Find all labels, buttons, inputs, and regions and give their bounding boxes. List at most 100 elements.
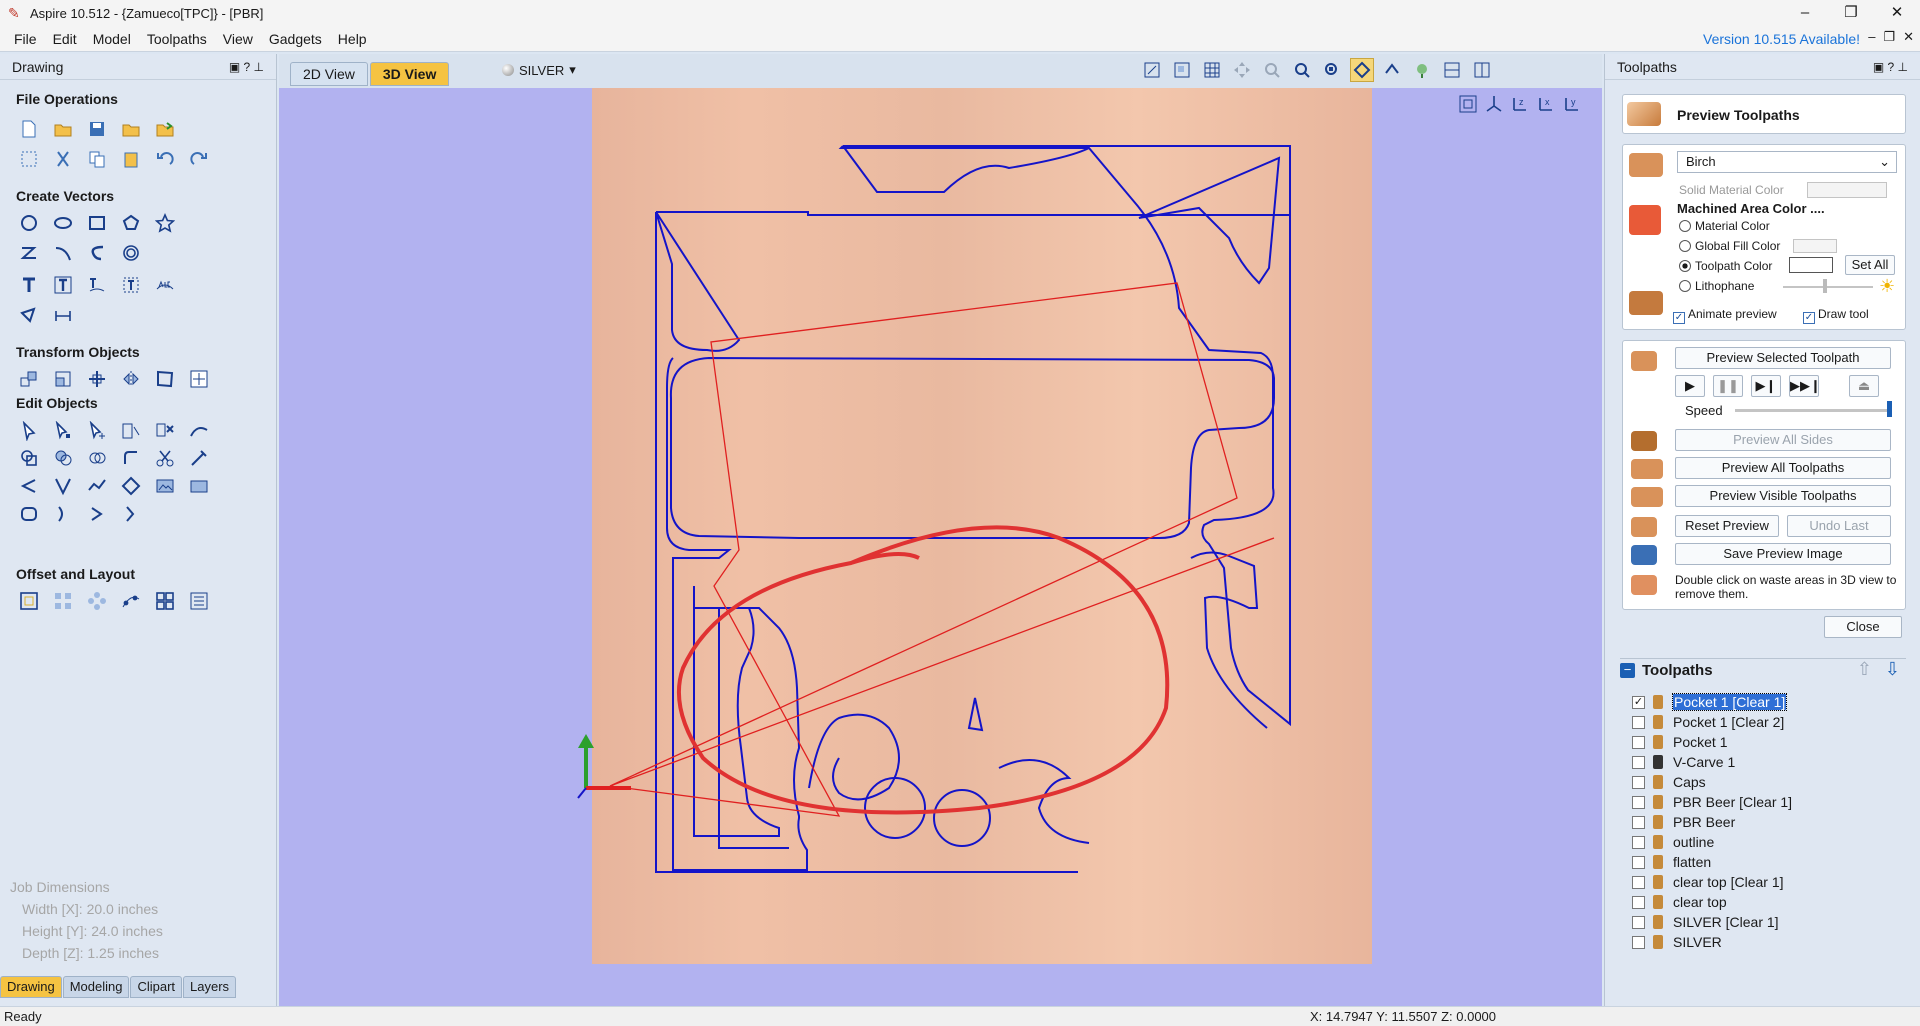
radio-material-color[interactable]: [1679, 220, 1691, 232]
text-on-curve-icon[interactable]: [86, 274, 108, 296]
toolpath-checkbox[interactable]: [1632, 755, 1645, 769]
spline-icon[interactable]: [86, 242, 108, 264]
option-lithophane[interactable]: Lithophane: [1679, 279, 1754, 293]
cut-icon[interactable]: [52, 148, 74, 170]
minimize-button[interactable]: –: [1782, 0, 1828, 26]
scissors-icon[interactable]: [154, 447, 176, 469]
auto-nest-icon[interactable]: [188, 590, 210, 612]
toolpath-checkbox[interactable]: [1632, 715, 1645, 729]
preview-all-sides-button[interactable]: Preview All Sides: [1675, 429, 1891, 451]
split-icon[interactable]: [120, 503, 142, 525]
toolpath-item[interactable]: V-Carve 1: [1632, 752, 1735, 772]
save-preview-image-button[interactable]: Save Preview Image: [1675, 543, 1891, 565]
join-vectors-icon[interactable]: [52, 475, 74, 497]
open-file-icon[interactable]: [52, 118, 74, 140]
zoom-extents-icon[interactable]: [1140, 58, 1164, 82]
trim-icon[interactable]: [188, 447, 210, 469]
toolpath-checkbox[interactable]: [1632, 855, 1645, 869]
star-icon[interactable]: [154, 212, 176, 234]
toolpaths-panel-pin-icon[interactable]: ▣ ? ⊥: [1873, 60, 1908, 74]
undo-icon[interactable]: [154, 148, 176, 170]
set-size-icon[interactable]: [52, 368, 74, 390]
material-selector[interactable]: SILVER ▾: [502, 62, 576, 78]
animate-preview-checkbox[interactable]: ✓: [1673, 312, 1685, 324]
job-setup-icon[interactable]: [18, 148, 40, 170]
subtract-icon[interactable]: [52, 447, 74, 469]
center-icon[interactable]: [188, 368, 210, 390]
toolpath-item[interactable]: SILVER [Clear 1]: [1632, 912, 1779, 932]
open-folder-icon[interactable]: [120, 118, 142, 140]
toolpath-checkbox[interactable]: [1632, 735, 1645, 749]
save-file-icon[interactable]: [86, 118, 108, 140]
pan-icon[interactable]: [1230, 58, 1254, 82]
circle-icon[interactable]: [18, 212, 40, 234]
image-trace-icon[interactable]: [188, 475, 210, 497]
tab-clipart[interactable]: Clipart: [130, 976, 183, 998]
option-material-color[interactable]: Material Color: [1679, 219, 1770, 233]
toolpath-checkbox[interactable]: [1632, 775, 1645, 789]
move-down-icon[interactable]: ⇩: [1885, 659, 1900, 680]
intersect-icon[interactable]: [86, 447, 108, 469]
zoom-selected-icon[interactable]: [1320, 58, 1344, 82]
tab-modeling[interactable]: Modeling: [62, 976, 130, 998]
toolpath-item[interactable]: PBR Beer [Clear 1]: [1632, 792, 1792, 812]
toolpath-item[interactable]: PBR Beer: [1632, 812, 1735, 832]
interactive-select-icon[interactable]: [120, 420, 142, 442]
close-button[interactable]: Close: [1824, 616, 1902, 638]
import-folder-icon[interactable]: [154, 118, 176, 140]
zoom-out-icon[interactable]: [1290, 58, 1314, 82]
grid-icon[interactable]: [1200, 58, 1224, 82]
toolpath-item[interactable]: outline: [1632, 832, 1714, 852]
tab-3d-view[interactable]: 3D View: [369, 62, 450, 86]
paste-icon[interactable]: [120, 148, 142, 170]
toolpath-item[interactable]: ✓ Pocket 1 [Clear 1]: [1632, 692, 1788, 712]
close-vector-icon[interactable]: [120, 475, 142, 497]
draw-tool-option[interactable]: ✓ Draw tool: [1803, 307, 1869, 324]
speed-slider-track[interactable]: [1735, 409, 1891, 412]
transform-select-icon[interactable]: [86, 420, 108, 442]
copy-icon[interactable]: [86, 148, 108, 170]
menu-toolpaths[interactable]: Toolpaths: [139, 31, 215, 47]
preview-visible-toolpaths-button[interactable]: Preview Visible Toolpaths: [1675, 485, 1891, 507]
offset-icon[interactable]: [18, 590, 40, 612]
distort-icon[interactable]: [154, 368, 176, 390]
pause-button[interactable]: ❚❚: [1713, 375, 1743, 397]
mdi-close-icon[interactable]: ✕: [1903, 29, 1914, 45]
offset-closed-icon[interactable]: [18, 503, 40, 525]
mdi-restore-icon[interactable]: ❐: [1883, 29, 1895, 45]
fillet-icon[interactable]: [120, 447, 142, 469]
circular-array-icon[interactable]: [86, 590, 108, 612]
tab-drawing[interactable]: Drawing: [0, 976, 62, 998]
toolpath-item[interactable]: Pocket 1: [1632, 732, 1727, 752]
menu-model[interactable]: Model: [85, 31, 139, 47]
lithophane-slider-track[interactable]: [1783, 286, 1873, 288]
toolpath-checkbox[interactable]: ✓: [1632, 695, 1645, 709]
panel-pin-icon[interactable]: ▣ ? ⊥: [229, 60, 264, 74]
show-vectors-icon[interactable]: [1350, 58, 1374, 82]
toolpath-checkbox[interactable]: [1632, 835, 1645, 849]
toolpath-item[interactable]: clear top: [1632, 892, 1727, 912]
trace-bitmap-icon[interactable]: [18, 304, 40, 326]
tab-layers[interactable]: Layers: [183, 976, 237, 998]
lithophane-slider-thumb[interactable]: [1823, 279, 1827, 293]
polyline-icon[interactable]: [18, 242, 40, 264]
split-vertical-icon[interactable]: [1470, 58, 1494, 82]
auto-layout-text-icon[interactable]: [52, 274, 74, 296]
draw-tool-checkbox[interactable]: ✓: [1803, 312, 1815, 324]
option-toolpath-color[interactable]: Toolpath Color: [1679, 259, 1772, 273]
arrow-right-icon[interactable]: [86, 503, 108, 525]
menu-view[interactable]: View: [215, 31, 261, 47]
toolpath-item[interactable]: Pocket 1 [Clear 2]: [1632, 712, 1784, 732]
copy-along-vectors-icon[interactable]: [120, 590, 142, 612]
zoom-in-icon[interactable]: [1260, 58, 1284, 82]
mirror-icon[interactable]: [120, 368, 142, 390]
menu-help[interactable]: Help: [330, 31, 375, 47]
collapse-icon[interactable]: −: [1620, 663, 1635, 678]
toolpath-item[interactable]: Caps: [1632, 772, 1706, 792]
reset-preview-button[interactable]: Reset Preview: [1675, 515, 1779, 537]
toolpath-checkbox[interactable]: [1632, 895, 1645, 909]
abc-text-icon[interactable]: [154, 274, 176, 296]
material-dropdown[interactable]: Birch ⌄: [1677, 151, 1897, 173]
weld-icon[interactable]: [18, 447, 40, 469]
curve-icon[interactable]: [52, 242, 74, 264]
